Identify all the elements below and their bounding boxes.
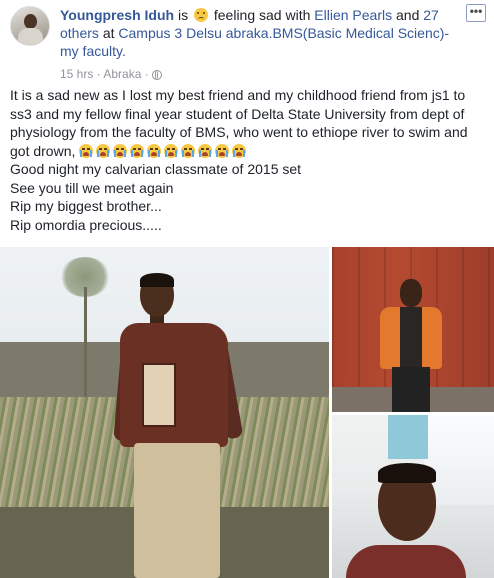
photo-bottom-right[interactable] — [332, 415, 494, 578]
photo-main[interactable] — [0, 247, 329, 578]
crying-emoji-group — [79, 143, 249, 159]
place-link[interactable]: Campus 3 Delsu abraka.BMS(Basic Medical … — [60, 25, 449, 59]
avatar[interactable] — [10, 6, 50, 46]
feeling-text: feeling sad with — [213, 7, 311, 23]
crying-emoji-icon — [130, 143, 145, 158]
crying-emoji-icon — [147, 143, 162, 158]
tagged-friend-link[interactable]: Ellien Pearls — [314, 7, 392, 23]
is-text: is — [177, 7, 189, 23]
crying-emoji-icon — [232, 143, 247, 158]
crying-emoji-icon — [198, 143, 213, 158]
globe-icon[interactable] — [152, 70, 163, 80]
post-meta: 15 hrs · Abraka · — [60, 66, 163, 82]
post-header: Youngpresh Iduh is feeling sad with Elli… — [10, 6, 484, 82]
crying-emoji-icon — [113, 143, 128, 158]
more-options-button[interactable]: ••• — [466, 4, 486, 22]
post-body: It is a sad new as I lost my best friend… — [10, 86, 486, 234]
sad-emoji-icon — [193, 8, 208, 22]
post-paragraph: Good night my calvarian classmate of 201… — [10, 161, 302, 177]
post-headline: Youngpresh Iduh is feeling sad with Elli… — [60, 6, 456, 60]
crying-emoji-icon — [79, 143, 94, 158]
post-paragraph: See you till we meet again — [10, 179, 174, 196]
and-text: and — [396, 7, 420, 23]
post-paragraph: Rip omordia precious..... — [10, 216, 162, 233]
crying-emoji-icon — [164, 143, 179, 158]
post-paragraph: It is a sad new as I lost my best friend… — [10, 87, 468, 159]
crying-emoji-icon — [215, 143, 230, 158]
post-time[interactable]: 15 hrs — [60, 67, 93, 81]
post-paragraph: Rip my biggest brother... — [10, 198, 162, 214]
meta-separator: · — [144, 67, 153, 81]
crying-emoji-icon — [181, 143, 196, 158]
photo-top-right[interactable] — [332, 247, 494, 412]
author-name[interactable]: Youngpresh Iduh — [60, 7, 174, 23]
post-location[interactable]: Abraka — [103, 67, 141, 81]
crying-emoji-icon — [96, 143, 111, 158]
at-text: at — [102, 25, 115, 41]
